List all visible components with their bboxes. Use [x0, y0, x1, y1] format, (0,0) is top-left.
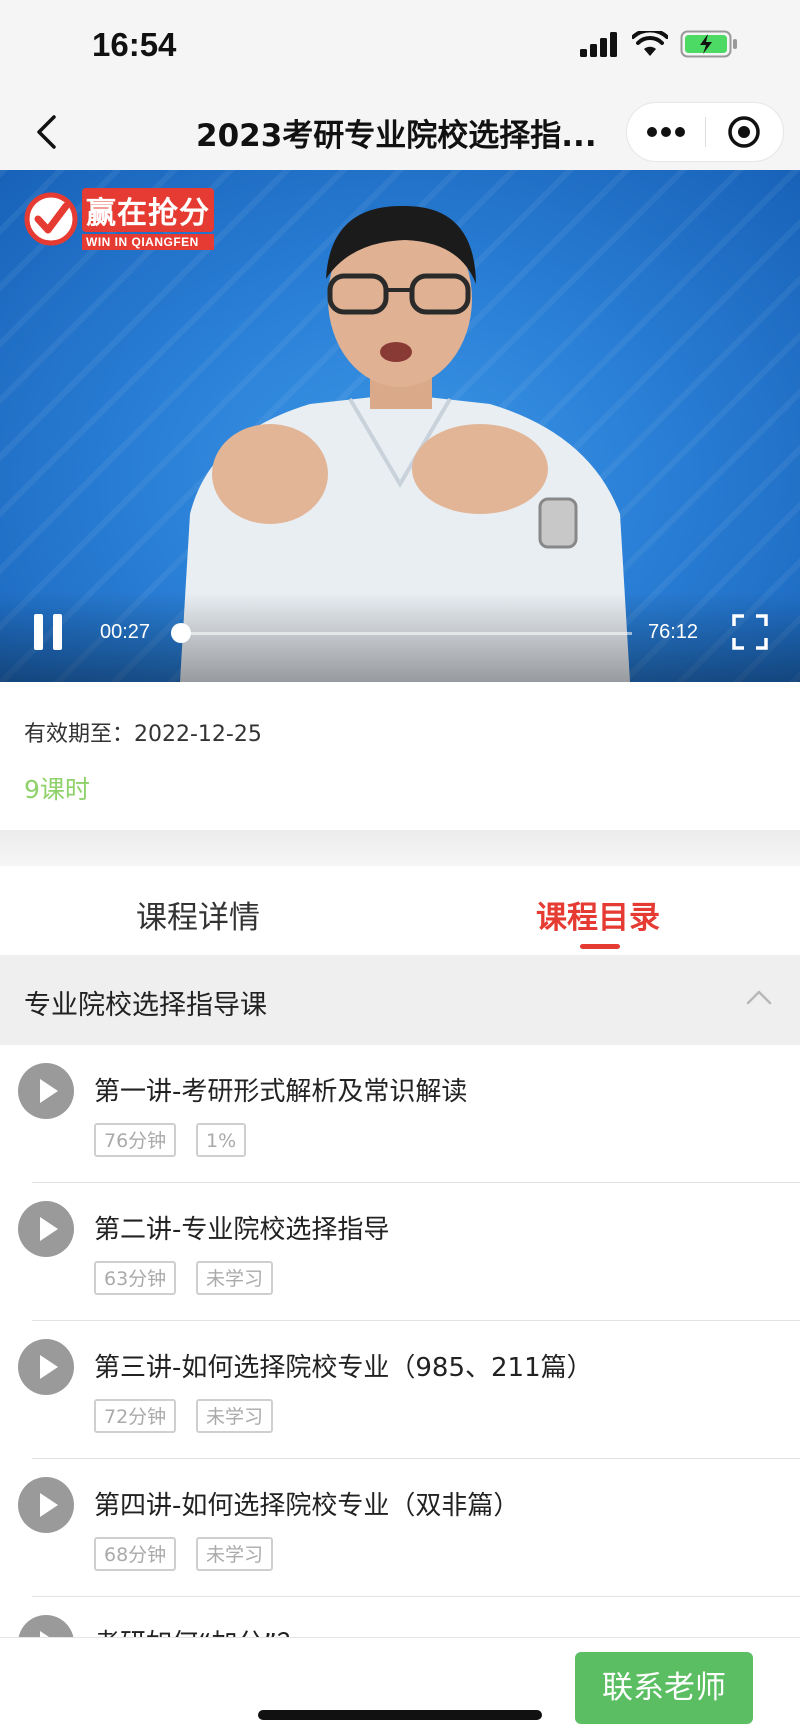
more-dots-icon	[646, 127, 685, 137]
tab-course-detail[interactable]: 课程详情	[136, 892, 260, 937]
lesson-title: 第三讲-如何选择院校专业（985、211篇）	[94, 1353, 593, 1383]
chevron-up-icon[interactable]	[744, 983, 774, 1013]
chapter-header[interactable]: 专业院校选择指导课	[0, 955, 800, 1045]
lesson-list: 第一讲-考研形式解析及常识解读 76分钟 1% 第二讲-专业院校选择指导 63分…	[0, 1045, 800, 1735]
checkmark-logo-icon	[24, 192, 78, 246]
tab-bar: 课程详情 课程目录	[0, 866, 800, 954]
lesson-item[interactable]: 第二讲-专业院校选择指导 63分钟 未学习	[0, 1183, 800, 1321]
status-icons	[580, 30, 738, 58]
section-gap	[0, 830, 800, 866]
chapter-title: 专业院校选择指导课	[24, 990, 267, 1021]
play-icon[interactable]	[18, 1201, 74, 1257]
play-icon[interactable]	[18, 1477, 74, 1533]
page-title: 2023考研专业院校选择指...	[196, 118, 597, 154]
lesson-duration-tag: 72分钟	[94, 1399, 177, 1433]
lesson-item[interactable]: 第三讲-如何选择院校专业（985、211篇） 72分钟 未学习	[0, 1321, 800, 1459]
lesson-status-tag: 未学习	[196, 1537, 274, 1571]
play-icon[interactable]	[18, 1063, 74, 1119]
total-time: 76:12	[648, 621, 699, 643]
lesson-title: 第一讲-考研形式解析及常识解读	[94, 1077, 468, 1107]
back-button[interactable]	[22, 108, 70, 156]
chevron-left-icon	[37, 115, 56, 149]
lesson-duration-tag: 76分钟	[94, 1123, 177, 1157]
lesson-status-tag: 1%	[196, 1123, 247, 1157]
lesson-title: 第四讲-如何选择院校专业（双非篇）	[94, 1491, 520, 1521]
play-icon[interactable]	[18, 1339, 74, 1395]
home-indicator	[258, 1710, 542, 1720]
mini-program-capsule	[626, 102, 784, 162]
course-info: 有效期至：2022-12-25 9课时	[0, 682, 800, 830]
lesson-duration-tag: 68分钟	[94, 1537, 177, 1571]
lesson-status-tag: 未学习	[196, 1261, 274, 1295]
lesson-item[interactable]: 第一讲-考研形式解析及常识解读 76分钟 1%	[0, 1045, 800, 1183]
status-time: 16:54	[92, 26, 177, 63]
signal-icon	[580, 32, 617, 57]
lesson-duration-tag: 63分钟	[94, 1261, 177, 1295]
pause-button[interactable]	[32, 614, 66, 654]
fullscreen-icon[interactable]	[732, 614, 768, 650]
more-button[interactable]	[627, 103, 705, 161]
video-controls: 00:27 76:12	[0, 592, 800, 682]
status-bar: 16:54	[0, 0, 800, 96]
progress-knob[interactable]	[170, 623, 191, 643]
current-time: 00:27	[100, 621, 151, 643]
tab-course-catalog[interactable]: 课程目录	[536, 892, 660, 937]
validity-date: 有效期至：2022-12-25	[24, 722, 262, 747]
lesson-title: 第二讲-专业院校选择指导	[94, 1215, 390, 1245]
target-close-icon	[728, 116, 760, 148]
nav-bar: 2023考研专业院校选择指...	[0, 96, 800, 170]
bottom-bar: 联系老师	[0, 1637, 800, 1732]
contact-teacher-button[interactable]: 联系老师	[575, 1652, 753, 1724]
lesson-item[interactable]: 第四讲-如何选择院校专业（双非篇） 68分钟 未学习	[0, 1459, 800, 1597]
lesson-count: 9课时	[24, 775, 90, 804]
close-mini-program-button[interactable]	[706, 103, 784, 161]
wifi-icon	[632, 31, 668, 56]
progress-bar[interactable]	[170, 623, 632, 643]
video-player[interactable]: 赢在抢分 WIN IN QIANGFEN 00:27 76:12	[0, 170, 800, 682]
active-tab-indicator	[580, 944, 620, 949]
lesson-status-tag: 未学习	[196, 1399, 274, 1433]
battery-charging-icon	[680, 30, 737, 58]
